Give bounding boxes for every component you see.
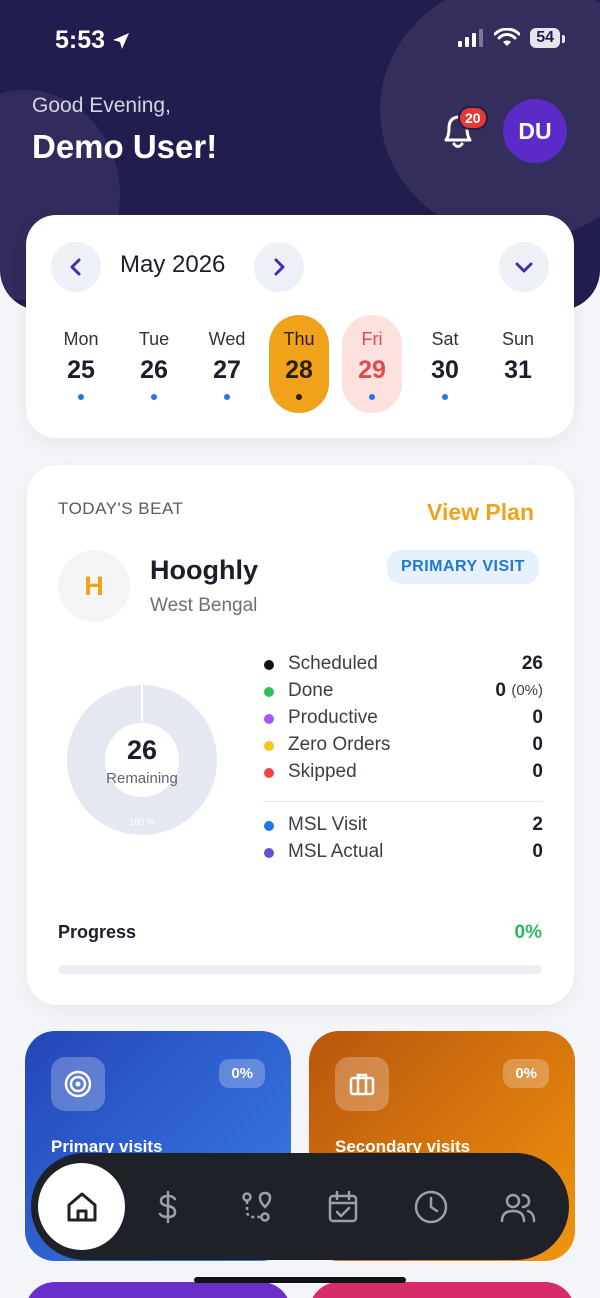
- nav-dollar-button[interactable]: [125, 1153, 211, 1260]
- day-thu-selected[interactable]: Thu 28: [269, 315, 329, 413]
- view-plan-link[interactable]: View Plan: [427, 499, 534, 526]
- status-time: 5:53: [55, 26, 106, 54]
- expand-calendar-button[interactable]: [499, 242, 549, 292]
- donut-percent-label: 100 %: [129, 817, 155, 827]
- stat-productive: Productive 0: [263, 707, 543, 734]
- calendar-card: May 2026 Mon 25 Tue 26 Wed 27 Thu 28 Fri: [26, 215, 574, 438]
- progress-label: Progress: [58, 922, 137, 942]
- event-dot: [296, 394, 302, 400]
- home-indicator: [194, 1277, 406, 1283]
- bottom-nav-bar: [31, 1153, 569, 1260]
- next-month-button[interactable]: [254, 242, 304, 292]
- legend-dot: [264, 741, 274, 751]
- legend-dot: [264, 821, 274, 831]
- beat-name: Hooghly: [150, 555, 258, 585]
- week-strip: Mon 25 Tue 26 Wed 27 Thu 28 Fri 29 Sat 3…: [51, 315, 561, 415]
- stat-done: Done 0 (0%): [263, 680, 543, 707]
- battery-indicator: 54: [530, 28, 565, 48]
- stat-msl-visit: MSL Visit 2: [263, 814, 543, 841]
- nav-clock-button[interactable]: [388, 1153, 474, 1260]
- user-name: Demo User!: [32, 128, 218, 165]
- event-dot: [224, 394, 230, 400]
- calendar-check-icon: [328, 1190, 358, 1222]
- stat-msl-actual: MSL Actual 0: [263, 841, 543, 868]
- day-fri-today[interactable]: Fri 29: [342, 315, 402, 413]
- progress-bar: [58, 965, 542, 974]
- visit-type-badge: PRIMARY VISIT: [387, 550, 539, 584]
- location-arrow-icon: [113, 32, 130, 49]
- notification-count-badge: 20: [458, 106, 488, 130]
- day-sat[interactable]: Sat 30: [415, 315, 475, 413]
- section-label: TODAY'S BEAT: [58, 499, 184, 518]
- nav-route-button[interactable]: [213, 1153, 299, 1260]
- tile-percent-badge: 0%: [219, 1059, 265, 1088]
- clock-icon: [414, 1190, 448, 1223]
- event-dot: [151, 394, 157, 400]
- legend-dot: [264, 714, 274, 724]
- event-dot: [78, 394, 84, 400]
- greeting-text: Good Evening,: [32, 94, 171, 117]
- event-dot: [442, 394, 448, 400]
- remaining-label: Remaining: [106, 770, 178, 787]
- target-icon: [64, 1070, 92, 1098]
- legend-dot: [264, 768, 274, 778]
- nav-calendar-button[interactable]: [300, 1153, 386, 1260]
- stat-skipped: Skipped 0: [263, 761, 543, 788]
- beat-state: West Bengal: [150, 595, 258, 616]
- event-dot: [369, 394, 375, 400]
- notifications-button[interactable]: 20: [438, 106, 488, 156]
- nav-team-button[interactable]: [475, 1153, 561, 1260]
- status-bar: 5:53 54: [0, 0, 600, 80]
- stat-zero-orders: Zero Orders 0: [263, 734, 543, 761]
- todays-beat-card: TODAY'S BEAT View Plan H Hooghly West Be…: [27, 465, 574, 1005]
- home-icon: [67, 1192, 96, 1221]
- next-tile-partial[interactable]: [309, 1282, 575, 1298]
- users-icon: [500, 1193, 536, 1222]
- legend-dot: [264, 687, 274, 697]
- month-label: May 2026: [120, 251, 226, 278]
- stat-scheduled: Scheduled 26: [263, 653, 543, 680]
- remaining-count: 26: [126, 735, 158, 765]
- legend-dot: [264, 848, 274, 858]
- visit-stats-list: Scheduled 26 Done 0 (0%) Productive 0 Ze…: [263, 653, 543, 868]
- day-tue[interactable]: Tue 26: [124, 315, 184, 413]
- signal-icon: [458, 29, 484, 47]
- chevron-left-icon: [70, 258, 81, 276]
- route-icon: [242, 1191, 272, 1222]
- day-mon[interactable]: Mon 25: [51, 315, 111, 413]
- beat-initial-avatar: H: [58, 550, 130, 622]
- next-tile-partial[interactable]: [25, 1282, 291, 1298]
- tile-percent-badge: 0%: [503, 1059, 549, 1088]
- dollar-icon: [158, 1190, 177, 1223]
- avatar[interactable]: DU: [503, 99, 567, 163]
- chevron-down-icon: [515, 262, 533, 273]
- stats-divider: [263, 801, 543, 802]
- legend-dot: [264, 660, 274, 670]
- previous-month-button[interactable]: [51, 242, 101, 292]
- day-sun[interactable]: Sun 31: [488, 315, 548, 413]
- wifi-icon: [494, 28, 521, 46]
- chevron-right-icon: [274, 258, 285, 276]
- progress-percent: 0%: [514, 922, 542, 943]
- day-wed[interactable]: Wed 27: [197, 315, 257, 413]
- nav-home-button[interactable]: [38, 1163, 125, 1250]
- briefcase-icon: [349, 1073, 375, 1096]
